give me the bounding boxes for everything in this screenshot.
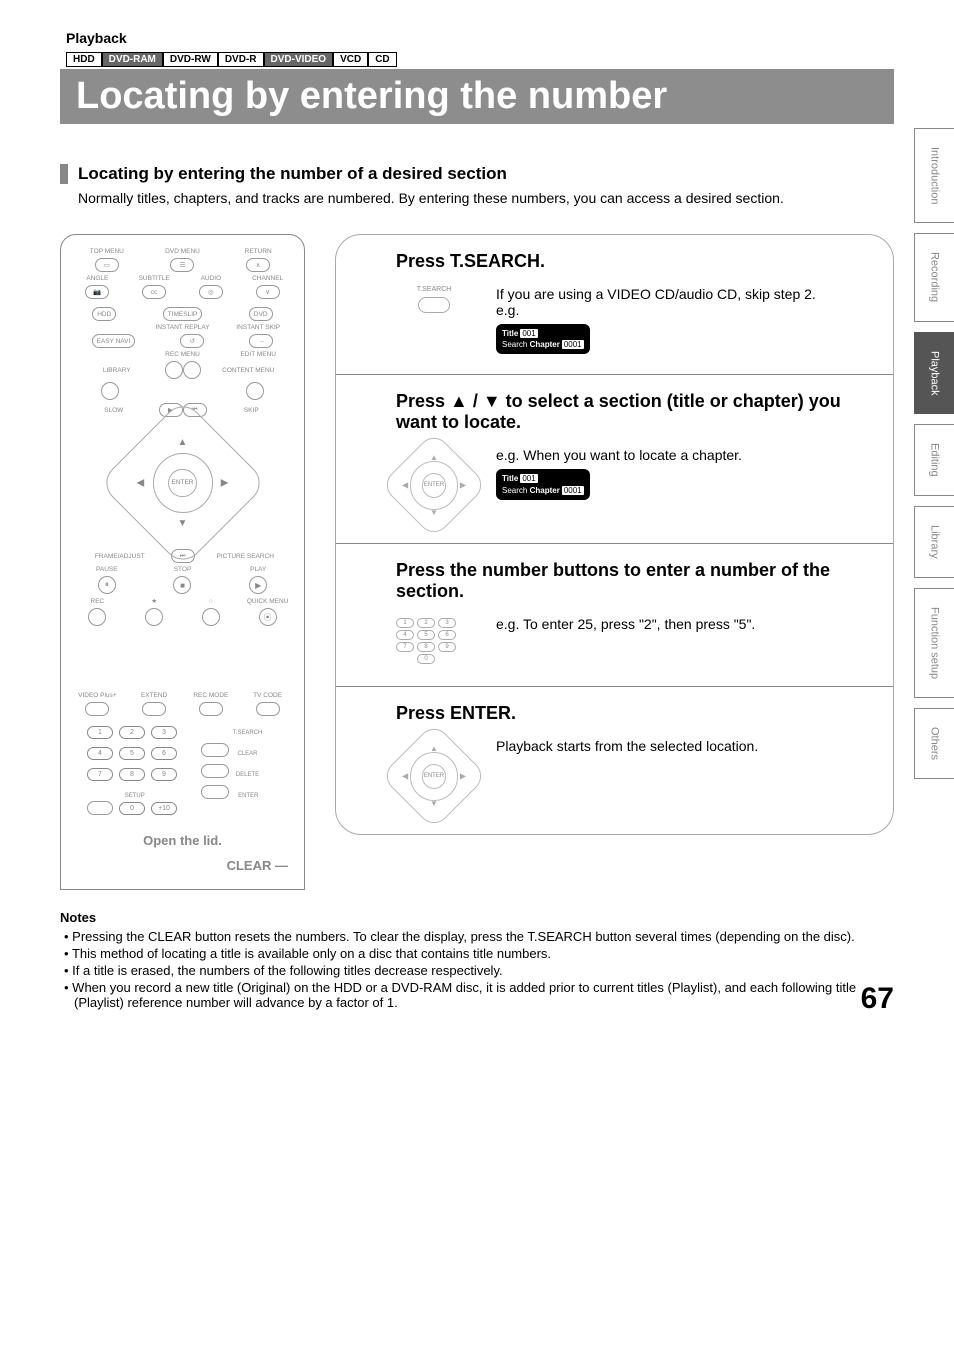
tsearch-button-graphic: T.SEARCH <box>396 286 472 313</box>
side-tab-introduction[interactable]: Introduction <box>914 128 954 223</box>
side-tab-recording[interactable]: Recording <box>914 233 954 321</box>
steps-panel: Press T.SEARCH. T.SEARCH If you are usin… <box>335 234 894 835</box>
notes-head: Notes <box>60 910 894 925</box>
page-title: Locating by entering the number <box>0 69 954 124</box>
step-head: Press T.SEARCH. <box>396 251 869 272</box>
dpad-illustration: ENTER ▲ ▼ ◀ ▶ <box>123 423 243 543</box>
media-tag: CD <box>368 52 396 67</box>
page-number: 67 <box>861 982 894 1016</box>
osd-display: Title001 Search Chapter0001 <box>496 469 590 499</box>
media-tag: DVD-R <box>218 52 264 67</box>
clear-label: CLEAR — <box>69 858 296 873</box>
intro-text: Normally titles, chapters, and tracks ar… <box>78 190 894 206</box>
remote-illustration: TOP MENUDVD MENURETURN ▭☰∧ ANGLESUBTITLE… <box>60 234 305 890</box>
dpad-graphic: ENTER ▲▼◀▶ <box>396 738 472 814</box>
media-tag: DVD-VIDEO <box>264 52 334 67</box>
step-2: Press ▲ / ▼ to select a section (title o… <box>336 375 893 544</box>
note-item: This method of locating a title is avail… <box>68 946 894 961</box>
dpad-graphic: ENTER ▲▼◀▶ <box>396 447 472 523</box>
step-text: Playback starts from the selected locati… <box>496 738 869 754</box>
side-tabs: Introduction Recording Playback Editing … <box>914 128 954 779</box>
step-text: e.g. To enter 25, press "2", then press … <box>496 616 869 632</box>
side-tab-others[interactable]: Others <box>914 708 954 779</box>
step-text: e.g. When you want to locate a chapter. <box>496 447 869 463</box>
note-item: Pressing the CLEAR button resets the num… <box>68 929 894 944</box>
step-1: Press T.SEARCH. T.SEARCH If you are usin… <box>336 235 893 375</box>
media-tag: DVD-RAM <box>102 52 163 67</box>
step-head: Press ▲ / ▼ to select a section (title o… <box>396 391 869 433</box>
media-tags: HDD DVD-RAM DVD-RW DVD-R DVD-VIDEO VCD C… <box>66 52 894 67</box>
step-3: Press the number buttons to enter a numb… <box>336 544 893 687</box>
numpad-illustration: 123T.SEARCH 456CLEAR 789DELETE SETUPENTE… <box>69 726 296 815</box>
side-tab-playback[interactable]: Playback <box>914 332 954 415</box>
step-4: Press ENTER. ENTER ▲▼◀▶ Playback starts … <box>336 687 893 834</box>
side-tab-editing[interactable]: Editing <box>914 424 954 496</box>
numpad-graphic: 123 456 789 0 <box>396 616 472 666</box>
step-head: Press the number buttons to enter a numb… <box>396 560 869 602</box>
step-text: If you are using a VIDEO CD/audio CD, sk… <box>496 286 869 302</box>
note-item: When you record a new title (Original) o… <box>68 980 894 1010</box>
step-text: e.g. <box>496 302 869 318</box>
media-tag: DVD-RW <box>163 52 218 67</box>
media-tag: VCD <box>333 52 368 67</box>
osd-display: Title001 Search Chapter0001 <box>496 324 590 354</box>
notes-section: Notes Pressing the CLEAR button resets t… <box>60 910 894 1010</box>
open-lid-label: Open the lid. <box>69 833 296 848</box>
step-head: Press ENTER. <box>396 703 869 724</box>
side-tab-function-setup[interactable]: Function setup <box>914 588 954 698</box>
side-tab-library[interactable]: Library <box>914 506 954 578</box>
subhead: Locating by entering the number of a des… <box>78 164 894 184</box>
section-label: Playback <box>66 30 894 46</box>
media-tag: HDD <box>66 52 102 67</box>
note-item: If a title is erased, the numbers of the… <box>68 963 894 978</box>
